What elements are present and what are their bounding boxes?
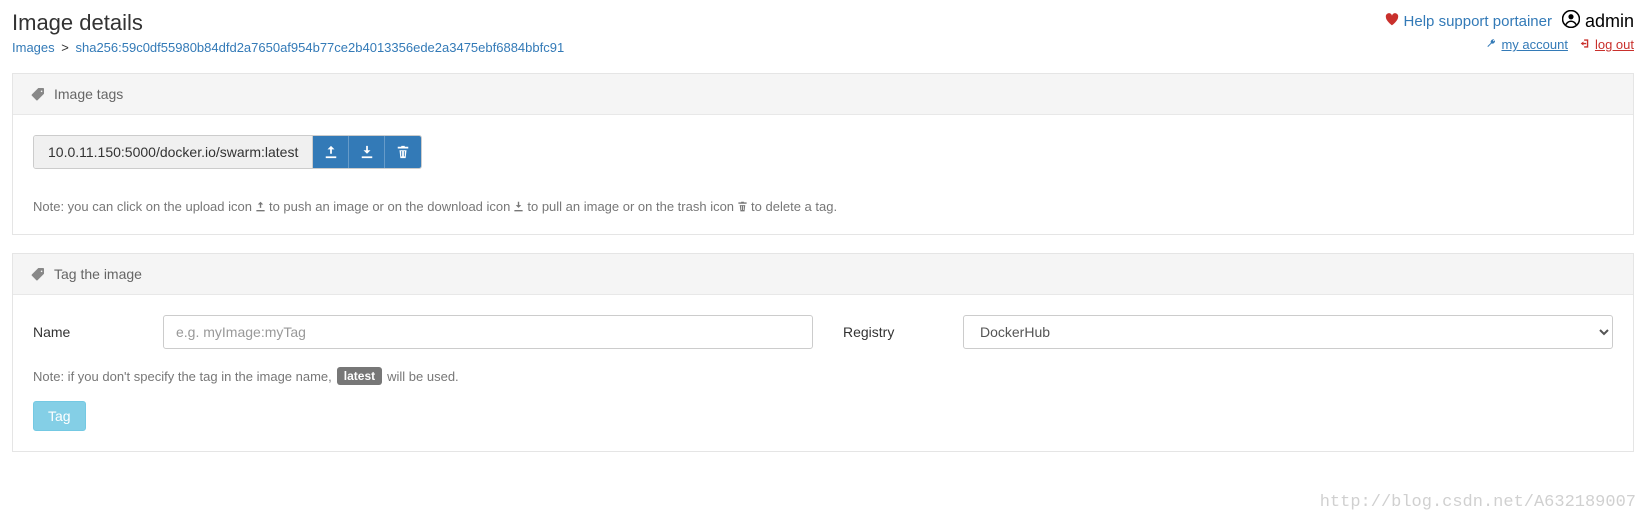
breadcrumb-root[interactable]: Images bbox=[12, 40, 55, 55]
tag-note-prefix: Note: if you don't specify the tag in th… bbox=[33, 369, 332, 384]
image-tags-note: Note: you can click on the upload icon t… bbox=[33, 199, 1613, 214]
registry-label: Registry bbox=[843, 324, 963, 340]
delete-tag-button[interactable] bbox=[385, 136, 421, 168]
my-account-link[interactable]: my account bbox=[1486, 37, 1567, 52]
signout-icon bbox=[1580, 37, 1591, 52]
tag-button[interactable]: Tag bbox=[33, 401, 86, 431]
help-support-label: Help support portainer bbox=[1404, 13, 1552, 30]
tag-icon bbox=[31, 268, 44, 281]
note-p1: Note: you can click on the upload icon bbox=[33, 199, 252, 214]
name-label: Name bbox=[33, 324, 163, 340]
user-block: admin bbox=[1562, 10, 1634, 33]
note-p2: to push an image or on the download icon bbox=[269, 199, 510, 214]
wrench-icon bbox=[1486, 37, 1497, 52]
image-tags-heading: Image tags bbox=[13, 74, 1633, 115]
trash-icon bbox=[396, 145, 410, 159]
registry-select[interactable]: DockerHub bbox=[963, 315, 1613, 349]
latest-badge: latest bbox=[337, 367, 382, 385]
username: admin bbox=[1585, 11, 1634, 32]
logout-label: log out bbox=[1595, 37, 1634, 52]
image-tags-panel: Image tags 10.0.11.150:5000/docker.io/sw… bbox=[12, 73, 1634, 235]
page-title: Image details bbox=[12, 10, 564, 36]
tag-image-title: Tag the image bbox=[54, 266, 142, 282]
tag-icon bbox=[31, 88, 44, 101]
download-icon bbox=[513, 201, 524, 212]
logout-link[interactable]: log out bbox=[1580, 37, 1634, 52]
image-tag-row: 10.0.11.150:5000/docker.io/swarm:latest bbox=[33, 135, 422, 169]
heart-icon bbox=[1385, 13, 1399, 31]
pull-button[interactable] bbox=[349, 136, 385, 168]
name-input[interactable] bbox=[163, 315, 813, 349]
trash-icon bbox=[737, 201, 748, 212]
breadcrumb-hash[interactable]: sha256:59c0df55980b84dfd2a7650af954b77ce… bbox=[75, 40, 564, 55]
download-icon bbox=[360, 145, 374, 159]
user-icon bbox=[1562, 10, 1580, 33]
note-p3: to pull an image or on the trash icon bbox=[527, 199, 734, 214]
tag-image-heading: Tag the image bbox=[13, 254, 1633, 295]
push-button[interactable] bbox=[313, 136, 349, 168]
watermark: http://blog.csdn.net/A632189007 bbox=[1320, 493, 1636, 512]
tag-image-panel: Tag the image Name Registry DockerHub No… bbox=[12, 253, 1634, 452]
note-p4: to delete a tag. bbox=[751, 199, 837, 214]
tag-note-suffix: will be used. bbox=[387, 369, 459, 384]
image-tags-title: Image tags bbox=[54, 86, 123, 102]
breadcrumb: Images > sha256:59c0df55980b84dfd2a7650a… bbox=[12, 40, 564, 55]
my-account-label: my account bbox=[1501, 37, 1567, 52]
breadcrumb-separator: > bbox=[61, 40, 69, 55]
upload-icon bbox=[255, 201, 266, 212]
help-support-link[interactable]: Help support portainer bbox=[1385, 13, 1552, 31]
upload-icon bbox=[324, 145, 338, 159]
tag-note: Note: if you don't specify the tag in th… bbox=[33, 367, 1613, 385]
image-tag-text: 10.0.11.150:5000/docker.io/swarm:latest bbox=[34, 136, 313, 168]
